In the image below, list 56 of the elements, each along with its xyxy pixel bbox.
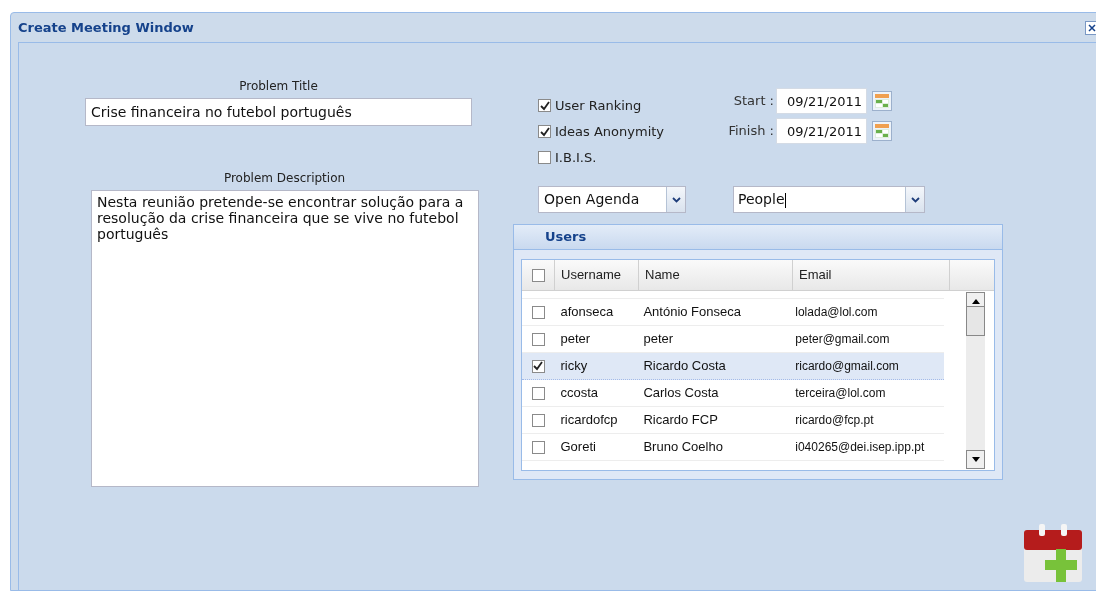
table-cell-text: Bruno Coelho	[642, 438, 724, 457]
user-row[interactable]: ricky Ricardo Costa ricardo@gmail.com	[522, 353, 944, 380]
option-checkbox[interactable]	[538, 99, 551, 112]
problem-description-field[interactable]: Nesta reunião pretende-se encontrar solução para a resolução da crise financeira que se vive no futebol português	[91, 190, 479, 487]
option-label: I.B.I.S.	[555, 148, 597, 167]
table-cell-text: Ricardo Costa	[642, 357, 727, 376]
field-label: Problem Description	[222, 170, 347, 187]
date-label: Finish :	[728, 122, 775, 141]
option-checkbox[interactable]	[538, 151, 551, 164]
problem-title-field[interactable]: Crise financeira no futebol português	[85, 98, 472, 126]
table-cell-text: ccosta	[559, 384, 600, 403]
field-label: Problem Title	[238, 78, 319, 95]
column-header[interactable]: Email	[793, 260, 950, 290]
column-header[interactable]: Name	[639, 260, 793, 290]
option-label: Ideas Anonymity	[555, 122, 665, 141]
table-cell-text: Goreti	[559, 438, 597, 457]
scroll-thumb[interactable]	[966, 305, 985, 336]
dropdown-caret-icon[interactable]	[666, 187, 685, 212]
date-field[interactable]: 09/21/2011	[776, 88, 867, 114]
table-cell-text: António Fonseca	[642, 303, 742, 322]
table-cell-text: ricardo@fcp.pt	[794, 412, 875, 429]
calendar-icon[interactable]	[872, 91, 892, 111]
calendar-icon[interactable]	[872, 121, 892, 141]
table-cell-text: Ricardo FCP	[642, 411, 719, 430]
table-cell-text: ricardo@gmail.com	[794, 358, 900, 375]
dropdown-caret-icon[interactable]	[905, 187, 924, 212]
date-field[interactable]: 09/21/2011	[776, 118, 867, 144]
row-checkbox[interactable]	[531, 386, 545, 400]
row-checkbox[interactable]	[531, 440, 545, 454]
table-cell-text: Carlos Costa	[642, 384, 720, 403]
close-icon[interactable]	[1085, 20, 1096, 35]
scroll-down-icon[interactable]	[966, 450, 985, 469]
option-checkbox[interactable]	[538, 125, 551, 138]
window-title: Create Meeting Window	[18, 18, 194, 37]
option-label: User Ranking	[555, 96, 642, 115]
table-cell-text: ricky	[559, 357, 589, 376]
date-label: Start :	[732, 92, 775, 111]
row-checkbox[interactable]	[531, 413, 545, 427]
select-all-checkbox[interactable]	[531, 268, 545, 282]
table-cell-text: peter	[559, 330, 592, 349]
add-calendar-icon[interactable]	[1022, 524, 1084, 584]
agenda-dropdown[interactable]: Open Agenda	[538, 186, 686, 213]
people-dropdown[interactable]: People	[733, 186, 925, 213]
table-cell-text: peter	[642, 330, 675, 349]
table-cell-text: i040265@dei.isep.ipp.pt	[794, 439, 926, 456]
table-cell-text: peter@gmail.com	[794, 331, 891, 348]
table-cell-text: ricardofcp	[559, 411, 619, 430]
row-checkbox[interactable]	[531, 305, 545, 319]
table-cell-text: terceira@lol.com	[794, 385, 887, 402]
panel-title: Users	[545, 228, 587, 247]
scrollbar[interactable]	[966, 292, 985, 469]
table-cell-text: afonseca	[559, 303, 615, 322]
row-checkbox[interactable]	[531, 359, 545, 373]
table-cell-text: lolada@lol.com	[794, 304, 879, 321]
column-header[interactable]: Username	[555, 260, 639, 290]
row-checkbox[interactable]	[531, 332, 545, 346]
